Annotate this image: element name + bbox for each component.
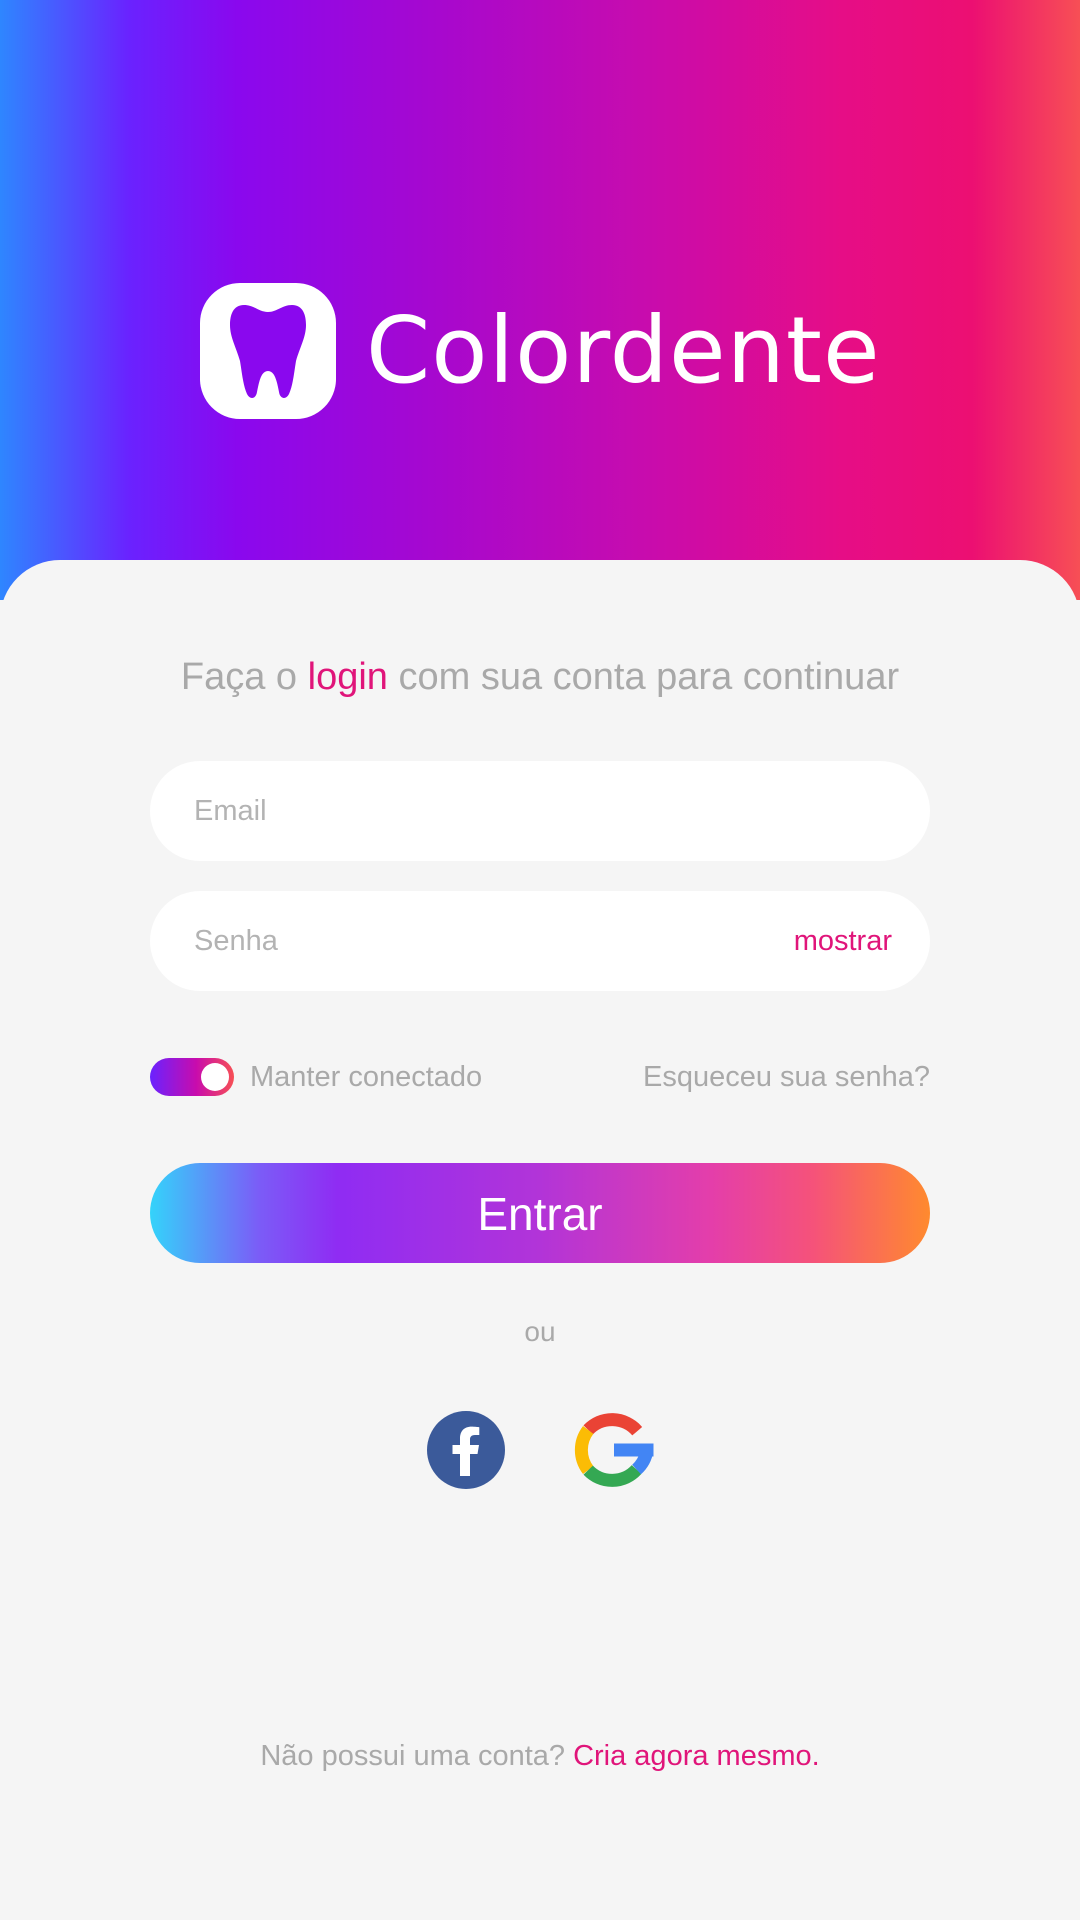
email-field[interactable] <box>150 761 930 861</box>
headline-highlight: login <box>307 656 388 698</box>
google-login-button[interactable] <box>574 1410 654 1490</box>
header-banner: Colordente <box>0 0 1080 600</box>
password-input[interactable] <box>192 923 794 959</box>
login-button[interactable]: Entrar <box>150 1163 930 1263</box>
brand-name: Colordente <box>366 297 881 404</box>
google-icon <box>574 1413 654 1487</box>
brand-logo: Colordente <box>200 283 881 419</box>
show-password-button[interactable]: mostrar <box>794 925 892 958</box>
keep-connected-label: Manter conectado <box>250 1061 483 1093</box>
signup-prompt: Não possui uma conta? Cria agora mesmo. <box>0 1740 1080 1773</box>
toggle-knob <box>201 1063 229 1091</box>
or-divider-label: ou <box>524 1316 556 1347</box>
password-field[interactable]: mostrar <box>150 891 930 991</box>
facebook-login-button[interactable] <box>426 1410 506 1490</box>
headline-text-post: com sua conta para continuar <box>387 656 900 698</box>
signup-prompt-text: Não possui uma conta? <box>260 1740 574 1772</box>
forgot-password-link[interactable]: Esqueceu sua senha? <box>643 1058 930 1096</box>
keep-connected-toggle[interactable] <box>150 1058 234 1096</box>
signup-link[interactable]: Cria agora mesmo. <box>573 1740 820 1772</box>
login-headline: Faça o login com sua conta para continua… <box>0 656 1080 699</box>
facebook-icon <box>427 1411 505 1489</box>
tooth-icon <box>200 283 336 419</box>
headline-text-pre: Faça o <box>180 656 308 698</box>
email-input[interactable] <box>192 793 892 829</box>
